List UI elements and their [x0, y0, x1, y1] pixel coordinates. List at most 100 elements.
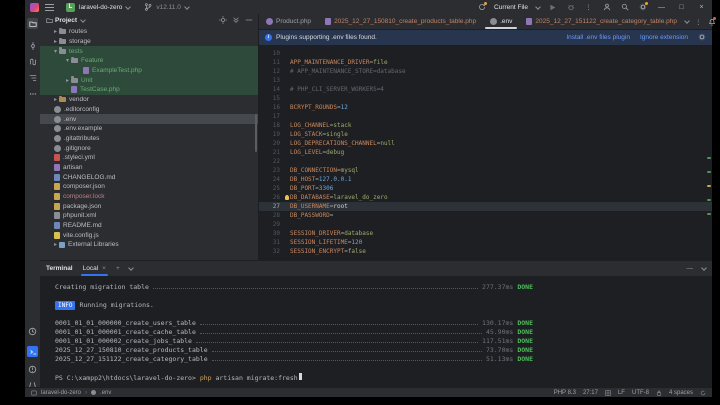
chevron-collapsed-icon[interactable]: ▸: [52, 96, 59, 103]
more-actions-icon[interactable]: ⋮: [583, 2, 594, 13]
terminal-output[interactable]: Creating migration table277.37msDONE INF…: [40, 277, 712, 388]
vcs-widget[interactable]: v12.11.0: [142, 2, 188, 13]
banner-settings-gear-icon[interactable]: [698, 33, 706, 43]
code-line[interactable]: 20LOG_DEPRECATIONS_CHANNEL=null: [259, 139, 712, 148]
code-line[interactable]: 15: [259, 94, 712, 103]
new-terminal-icon[interactable]: +: [116, 265, 120, 272]
locate-file-icon[interactable]: [219, 16, 227, 26]
problems-tool-icon[interactable]: [27, 364, 38, 375]
code-line[interactable]: 16BCRYPT_ROUNDS=12: [259, 103, 712, 112]
tree-item-gitignore[interactable]: .gitignore: [40, 143, 258, 153]
code-line[interactable]: 13: [259, 76, 712, 85]
code-line[interactable]: 11APP_MAINTENANCE_DRIVER=file: [259, 58, 712, 67]
project-scrollbar[interactable]: [255, 114, 257, 152]
tree-item-changelog[interactable]: CHANGELOG.md: [40, 172, 258, 182]
tree-item-editorconfig[interactable]: .editorconfig: [40, 105, 258, 115]
run-configuration[interactable]: Current File: [494, 4, 528, 11]
tree-item-composer-lock[interactable]: composer.lock: [40, 192, 258, 202]
code-line[interactable]: 32SESSION_ENCRYPT=false: [259, 247, 712, 256]
tree-item-env[interactable]: .env: [40, 114, 258, 124]
code-line[interactable]: 25DB_PORT=3306: [259, 184, 712, 193]
chevron-collapsed-icon[interactable]: ▸: [52, 241, 59, 248]
tree-item-composer-json[interactable]: composer.json: [40, 182, 258, 192]
code-line-with-intention[interactable]: 26DB_DATABASE=laravel_do_zero: [259, 193, 712, 202]
vcs-log-tool-icon[interactable]: [27, 56, 38, 67]
tab-more-icon[interactable]: ⋮: [695, 18, 702, 26]
hide-panel-chevron-icon[interactable]: [701, 266, 706, 271]
debug-icon[interactable]: [565, 2, 576, 13]
settings-gear-icon[interactable]: [637, 2, 648, 13]
update-refresh-icon[interactable]: [476, 2, 487, 13]
code-editor[interactable]: 10 11APP_MAINTENANCE_DRIVER=file 12# APP…: [259, 45, 712, 260]
tab-list-chevron-icon[interactable]: [684, 19, 689, 24]
chevron-down-icon[interactable]: [535, 5, 540, 10]
chevron-down-icon[interactable]: [128, 266, 133, 271]
tree-item-tests[interactable]: ▾tests: [40, 46, 258, 56]
code-line[interactable]: 17: [259, 112, 712, 121]
background-tasks-icon[interactable]: [700, 390, 706, 396]
more-tools-icon[interactable]: [27, 88, 38, 99]
tree-item-routes[interactable]: ▸routes: [40, 27, 258, 37]
inspection-marker-bar[interactable]: [707, 45, 711, 260]
code-line[interactable]: 18LOG_CHANNEL=stack: [259, 121, 712, 130]
code-line[interactable]: 10: [259, 49, 712, 58]
tree-item-external-libraries[interactable]: ▸External Libraries: [40, 240, 258, 250]
tree-item-exampletest[interactable]: ExampleTest.php: [40, 66, 258, 76]
tree-item-feature[interactable]: ▾Feature: [40, 56, 258, 66]
tree-item-styleci[interactable]: .styleci.yml: [40, 153, 258, 163]
terminal-prompt-line[interactable]: PS C:\xampp2\htdocs\laravel-do-zero> php…: [55, 373, 533, 382]
project-panel-title[interactable]: Project: [55, 17, 77, 24]
tab-create-category-migration[interactable]: 2025_12_27_151122_create_category_table.…: [519, 14, 684, 29]
tree-item-vendor[interactable]: ▸vendor: [40, 95, 258, 105]
tree-item-artisan[interactable]: artisan: [40, 163, 258, 173]
chevron-down-icon[interactable]: [125, 5, 130, 10]
code-line[interactable]: 31SESSION_LIFETIME=120: [259, 238, 712, 247]
chevron-collapsed-icon[interactable]: ▸: [64, 77, 71, 84]
tab-create-products-migration[interactable]: 2025_12_27_150810_create_products_table.…: [318, 14, 483, 29]
code-line[interactable]: 28DB_PASSWORD=: [259, 211, 712, 220]
tree-item-phpunit[interactable]: phpunit.xml: [40, 211, 258, 221]
chevron-expanded-icon[interactable]: ▾: [52, 48, 59, 55]
file-encoding[interactable]: UTF-8: [632, 390, 649, 396]
search-icon[interactable]: [619, 2, 630, 13]
code-line[interactable]: 22: [259, 157, 712, 166]
code-line[interactable]: 21LOG_LEVEL=debug: [259, 148, 712, 157]
breadcrumb-project[interactable]: laravel-do-zero: [41, 390, 81, 396]
run-icon[interactable]: [547, 2, 558, 13]
php-version[interactable]: PHP 8.3: [554, 390, 576, 396]
code-line[interactable]: 14# PHP_CLI_SERVER_WORKERS=4: [259, 85, 712, 94]
code-line[interactable]: 23DB_CONNECTION=mysql: [259, 166, 712, 175]
chevron-collapsed-icon[interactable]: ▸: [52, 28, 59, 35]
ignore-extension-link[interactable]: Ignore extension: [640, 34, 688, 41]
tree-item-gitattributes[interactable]: .gitattributes: [40, 134, 258, 144]
line-ending[interactable]: LF: [618, 390, 625, 396]
code-line[interactable]: 24DB_HOST=127.0.0.1: [259, 175, 712, 184]
chevron-expanded-icon[interactable]: ▾: [64, 57, 71, 64]
terminal-tab-local[interactable]: Local×: [81, 261, 108, 276]
user-profile-icon[interactable]: [601, 2, 612, 13]
structure-tool-icon[interactable]: [27, 72, 38, 83]
code-line[interactable]: 30SESSION_DRIVER=database: [259, 229, 712, 238]
caret-position[interactable]: 27:17: [583, 390, 598, 396]
commit-tool-icon[interactable]: [27, 40, 38, 51]
code-line[interactable]: 12# APP_MAINTENANCE_STORE=database: [259, 67, 712, 76]
code-line-current[interactable]: 27DB_USERNAME=root: [259, 202, 712, 211]
lock-icon[interactable]: [656, 390, 662, 396]
notifications-bell-icon[interactable]: [707, 17, 716, 27]
tree-item-testcase[interactable]: TestCase.php: [40, 85, 258, 95]
project-name[interactable]: laravel-do-zero: [79, 4, 122, 11]
terminal-tool-icon[interactable]: [27, 346, 38, 357]
intention-bulb-icon[interactable]: [285, 195, 289, 200]
tree-item-readme[interactable]: README.md: [40, 221, 258, 231]
tree-item-package-json[interactable]: package.json: [40, 201, 258, 211]
indent-guides-icon[interactable]: [605, 390, 611, 396]
tab-product-php[interactable]: Product.php: [259, 14, 318, 29]
tree-item-env-example[interactable]: .env.example: [40, 124, 258, 134]
terminal-title[interactable]: Terminal: [46, 265, 73, 272]
hide-panel-icon[interactable]: [245, 16, 253, 26]
tab-env[interactable]: .env: [483, 14, 519, 29]
tree-item-storage[interactable]: ▸storage: [40, 37, 258, 47]
install-plugin-link[interactable]: Install .env files plugin: [566, 34, 630, 41]
main-menu-icon[interactable]: [45, 4, 54, 11]
breadcrumb-file[interactable]: .env: [100, 390, 111, 396]
